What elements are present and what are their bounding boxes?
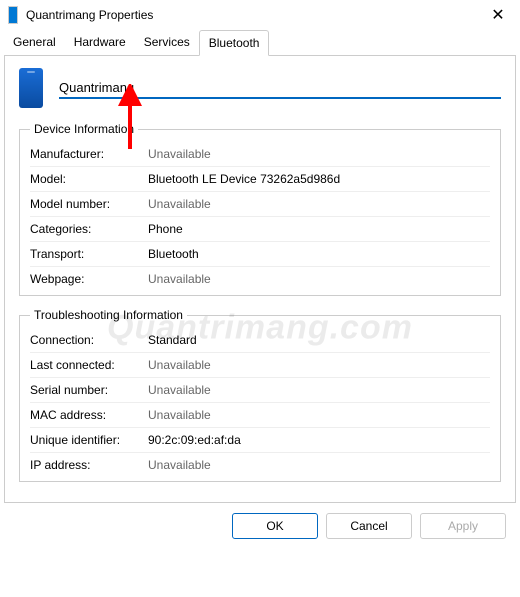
window-icon <box>8 6 18 24</box>
row-categories: Categories:Phone <box>30 216 490 241</box>
label-webpage: Webpage: <box>30 272 148 286</box>
close-icon[interactable]: ✕ <box>484 5 512 25</box>
value-webpage: Unavailable <box>148 272 211 286</box>
value-connection: Standard <box>148 333 197 347</box>
tab-content: Device Information Manufacturer:Unavaila… <box>4 56 516 503</box>
value-manufacturer: Unavailable <box>148 147 211 161</box>
device-name-row <box>19 68 501 108</box>
troubleshooting-group: Troubleshooting Information Connection:S… <box>19 308 501 482</box>
row-model: Model:Bluetooth LE Device 73262a5d986d <box>30 166 490 191</box>
device-information-legend: Device Information <box>30 122 138 136</box>
window-title: Quantrimang Properties <box>26 8 484 22</box>
device-name-input[interactable] <box>59 78 501 99</box>
phone-icon <box>19 68 43 108</box>
ok-button[interactable]: OK <box>232 513 318 539</box>
value-model: Bluetooth LE Device 73262a5d986d <box>148 172 340 186</box>
titlebar: Quantrimang Properties ✕ <box>0 0 520 30</box>
label-categories: Categories: <box>30 222 148 236</box>
troubleshooting-legend: Troubleshooting Information <box>30 308 187 322</box>
value-last-connected: Unavailable <box>148 358 211 372</box>
tab-services[interactable]: Services <box>135 30 199 55</box>
value-transport: Bluetooth <box>148 247 199 261</box>
row-mac-address: MAC address:Unavailable <box>30 402 490 427</box>
tab-strip: General Hardware Services Bluetooth <box>4 30 516 56</box>
dialog-buttons: OK Cancel Apply <box>0 503 520 549</box>
tab-hardware[interactable]: Hardware <box>65 30 135 55</box>
label-model-number: Model number: <box>30 197 148 211</box>
label-unique-identifier: Unique identifier: <box>30 433 148 447</box>
value-serial-number: Unavailable <box>148 383 211 397</box>
cancel-button[interactable]: Cancel <box>326 513 412 539</box>
row-serial-number: Serial number:Unavailable <box>30 377 490 402</box>
row-model-number: Model number:Unavailable <box>30 191 490 216</box>
tab-bluetooth[interactable]: Bluetooth <box>199 30 270 56</box>
row-last-connected: Last connected:Unavailable <box>30 352 490 377</box>
label-transport: Transport: <box>30 247 148 261</box>
value-categories: Phone <box>148 222 183 236</box>
label-serial-number: Serial number: <box>30 383 148 397</box>
value-mac-address: Unavailable <box>148 408 211 422</box>
value-ip-address: Unavailable <box>148 458 211 472</box>
row-transport: Transport:Bluetooth <box>30 241 490 266</box>
label-connection: Connection: <box>30 333 148 347</box>
row-ip-address: IP address:Unavailable <box>30 452 490 477</box>
row-unique-identifier: Unique identifier:90:2c:09:ed:af:da <box>30 427 490 452</box>
label-last-connected: Last connected: <box>30 358 148 372</box>
apply-button[interactable]: Apply <box>420 513 506 539</box>
device-information-group: Device Information Manufacturer:Unavaila… <box>19 122 501 296</box>
tab-general[interactable]: General <box>4 30 65 55</box>
label-manufacturer: Manufacturer: <box>30 147 148 161</box>
value-model-number: Unavailable <box>148 197 211 211</box>
row-manufacturer: Manufacturer:Unavailable <box>30 142 490 166</box>
label-ip-address: IP address: <box>30 458 148 472</box>
label-mac-address: MAC address: <box>30 408 148 422</box>
value-unique-identifier: 90:2c:09:ed:af:da <box>148 433 241 447</box>
row-webpage: Webpage:Unavailable <box>30 266 490 291</box>
row-connection: Connection:Standard <box>30 328 490 352</box>
label-model: Model: <box>30 172 148 186</box>
